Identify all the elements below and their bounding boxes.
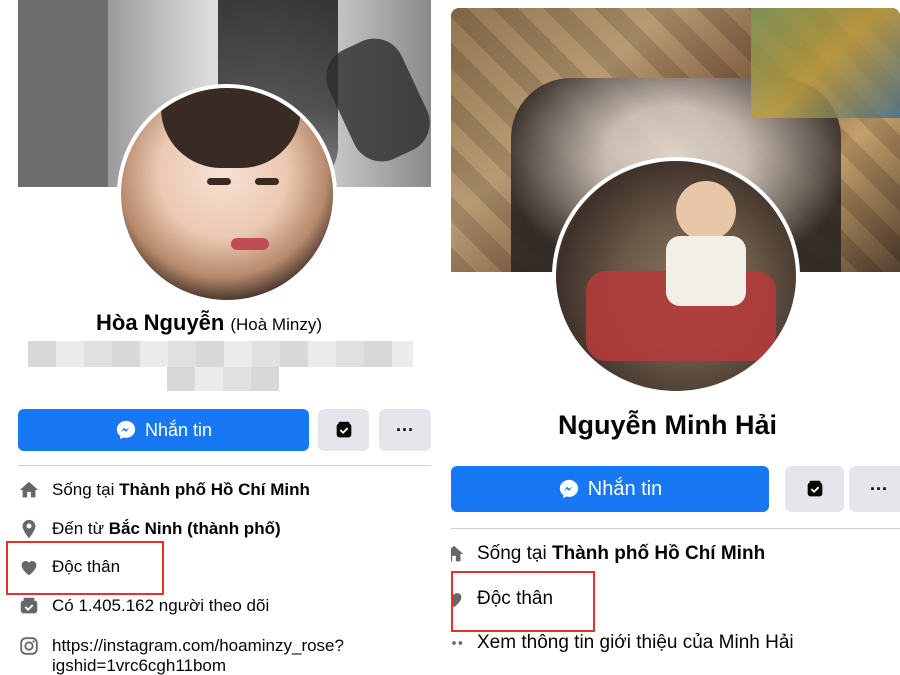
lives-in-prefix: Sống tại [477,543,552,564]
blurred-bio [28,341,413,367]
intro-see-more[interactable]: Xem thông tin giới thiệu của Minh Hải [451,632,794,654]
more-button[interactable]: ··· [379,409,431,451]
profile-name: Nguyễn Minh Hải [558,410,778,440]
instagram-link[interactable]: https://instagram.com/hoaminzy_rose? [52,636,344,656]
home-icon [18,479,40,501]
from-place[interactable]: Bắc Ninh (thành phố) [109,519,281,538]
instagram-icon [18,635,40,657]
profile-name-row: Nguyễn Minh Hải [558,410,777,441]
more-icon [451,632,465,654]
intro-lives-in: Sống tại Thành phố Hồ Chí Minh [18,479,310,501]
divider [18,465,431,466]
shop-button[interactable] [318,409,369,451]
messenger-icon [558,478,580,500]
message-button[interactable]: Nhắn tin [451,466,769,512]
intro-lives-in: Sống tại Thành phố Hồ Chí Minh [451,543,765,565]
profile-avatar[interactable] [552,157,800,395]
highlight-box [451,571,595,632]
shop-icon [804,478,826,500]
profile-name-row: Hòa Nguyễn (Hoà Minzy) [96,310,322,336]
home-icon [451,543,465,565]
message-button[interactable]: Nhắn tin [18,409,309,451]
see-more-about[interactable]: Xem thông tin giới thiệu của Minh Hải [477,632,794,654]
profile-avatar[interactable] [117,84,337,304]
message-button-label: Nhắn tin [587,477,663,500]
shop-icon [333,419,355,441]
shop-button[interactable] [785,466,844,512]
message-button-label: Nhắn tin [144,419,213,440]
profile-panel-left: Hòa Nguyễn (Hoà Minzy) Nhắn tin ··· Sống… [0,0,437,675]
highlight-box [6,541,164,595]
intro-from: Đến từ Bắc Ninh (thành phố) [18,518,281,540]
blurred-bio [167,367,279,391]
location-pin-icon [18,518,40,540]
followers-count[interactable]: Có 1.405.162 người theo dõi [52,596,269,616]
lives-in-place[interactable]: Thành phố Hồ Chí Minh [119,480,310,499]
instagram-link-cont[interactable]: igshid=1vrc6cgh11bom [52,656,226,675]
lives-in-place[interactable]: Thành phố Hồ Chí Minh [552,543,765,564]
more-button[interactable]: ··· [849,466,900,512]
panel-separator [437,0,451,675]
profile-name: Hòa Nguyễn [96,310,225,335]
lives-in-prefix: Sống tại [52,480,120,499]
intro-followers: Có 1.405.162 người theo dõi [18,595,269,617]
divider [451,528,900,529]
more-icon: ··· [396,419,414,440]
messenger-icon [115,419,137,441]
profile-alt-name: (Hoà Minzy) [230,315,322,334]
intro-instagram: https://instagram.com/hoaminzy_rose? [18,635,344,657]
more-icon: ··· [870,478,888,499]
profile-panel-right: Nguyễn Minh Hải Nhắn tin ··· Sống tại Th… [451,0,900,675]
from-prefix: Đến từ [52,519,109,538]
followers-icon [18,595,40,617]
